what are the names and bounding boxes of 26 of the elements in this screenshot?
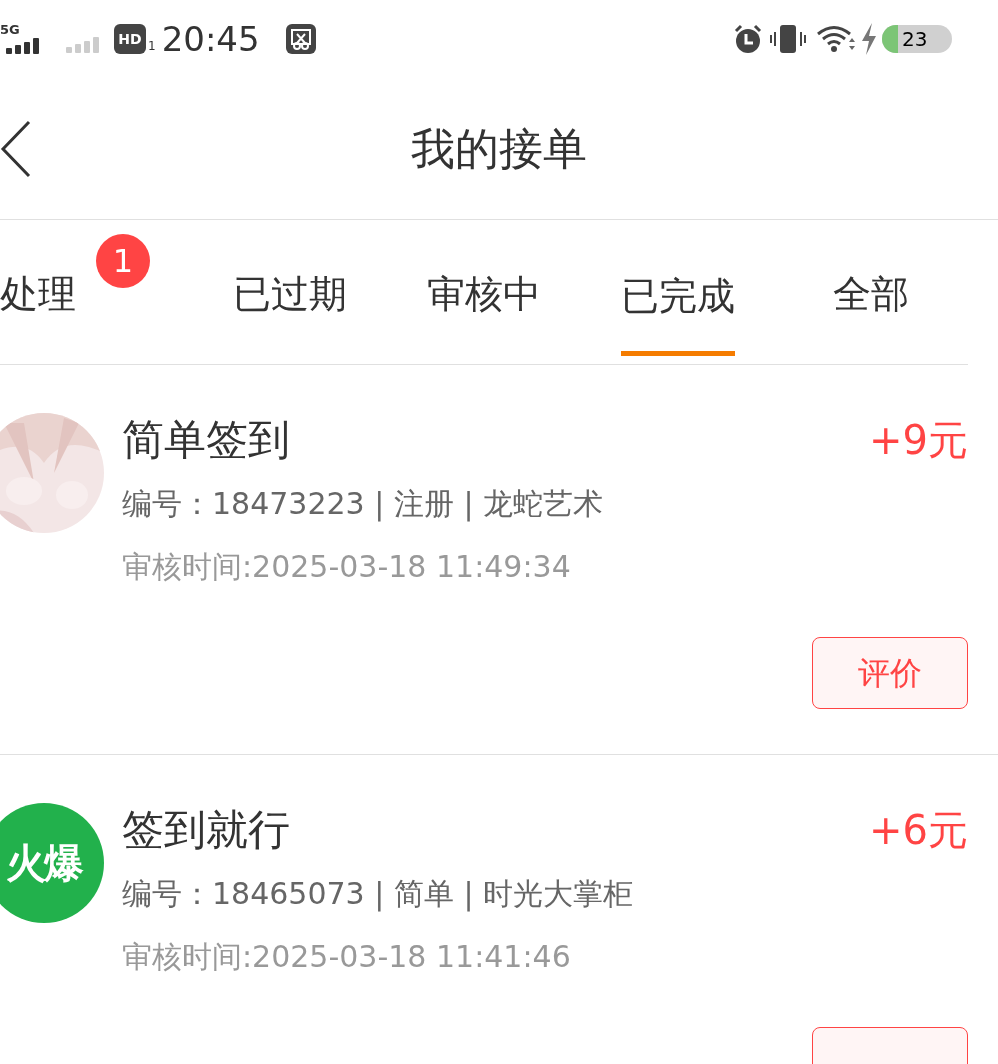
tab[interactable]: 全部 — [774, 220, 968, 364]
reward: +6元 — [869, 806, 968, 855]
battery-icon: 23 — [882, 25, 952, 53]
alarm-icon — [732, 23, 764, 55]
back-icon[interactable] — [0, 120, 32, 178]
order-info: 编号：18473223 | 注册 | 龙蛇艺术 — [122, 485, 605, 524]
tab[interactable]: 已完成 — [580, 220, 775, 364]
hd-icon: HD — [114, 24, 146, 54]
clock: 20:45 — [161, 17, 260, 61]
sim-number: 1 — [148, 38, 156, 55]
wifi-icon — [816, 25, 856, 53]
badge: 1 — [96, 234, 150, 288]
review-time: 审核时间:2025-03-18 11:41:46 — [122, 938, 572, 976]
avatar: 火爆 — [0, 803, 104, 923]
tab[interactable]: 处理 1 — [0, 220, 194, 364]
screenshot-icon — [285, 24, 316, 54]
review-time: 审核时间:2025-03-18 11:49:34 — [122, 548, 572, 586]
order-title: 签到就行 — [122, 804, 290, 856]
tab[interactable]: 审核中 — [387, 220, 581, 364]
charging-icon — [860, 23, 878, 55]
order-info: 编号：18465073 | 简单 | 时光大掌柜 — [122, 875, 635, 914]
vibrate-icon — [770, 23, 806, 55]
order-title: 简单签到 — [122, 414, 290, 466]
reward: +9元 — [869, 416, 968, 465]
page-title: 我的接单 — [411, 121, 587, 176]
tab[interactable]: 已过期 — [193, 220, 388, 364]
